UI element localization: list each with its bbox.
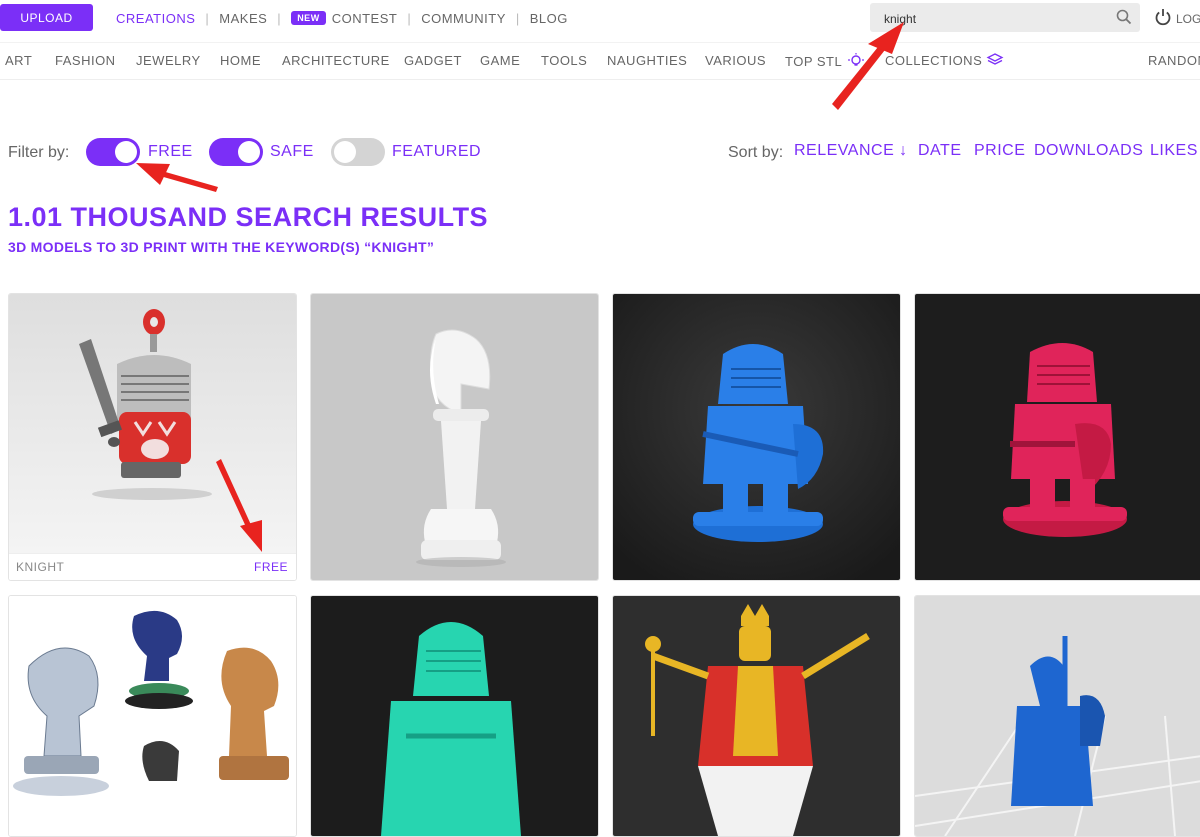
free-toggle-label: FREE: [148, 143, 193, 160]
model-thumbnail: [613, 596, 900, 836]
filter-label: Filter by:: [8, 144, 70, 161]
model-card[interactable]: [310, 293, 599, 581]
card-footer: KNIGHT FREE: [9, 553, 296, 580]
login-link[interactable]: LOG: [1150, 8, 1200, 29]
category-home[interactable]: HOME: [220, 53, 261, 68]
card-title[interactable]: KNIGHT: [16, 560, 64, 574]
model-card[interactable]: [310, 595, 599, 837]
model-thumbnail: [311, 294, 598, 580]
sort-likes[interactable]: LIKES: [1150, 142, 1198, 160]
model-card[interactable]: KNIGHT FREE: [8, 293, 297, 581]
top-stl-label: TOP STL: [785, 54, 842, 69]
toggle-knob: [238, 141, 260, 163]
model-thumbnail: [9, 294, 296, 554]
category-random[interactable]: RANDOM: [1148, 53, 1200, 68]
sort-price[interactable]: PRICE: [974, 142, 1025, 160]
results-title: 1.01 THOUSAND SEARCH RESULTS: [8, 202, 489, 232]
search-input[interactable]: [870, 3, 1116, 34]
model-card[interactable]: [914, 293, 1200, 581]
sort-date[interactable]: DATE: [918, 142, 961, 160]
sort-label: Sort by:: [728, 144, 784, 161]
model-card[interactable]: [612, 595, 901, 837]
nav-makes[interactable]: MAKES: [219, 11, 267, 26]
main-nav: CREATIONS | MAKES | NEW CONTEST | COMMUN…: [116, 0, 568, 36]
category-jewelry[interactable]: JEWELRY: [136, 53, 201, 68]
category-collections[interactable]: COLLECTIONS: [885, 53, 1004, 68]
featured-toggle-label: FEATURED: [392, 143, 482, 160]
nav-separator: |: [515, 10, 520, 26]
upload-button[interactable]: UPLOAD: [0, 4, 93, 31]
category-fashion[interactable]: FASHION: [55, 53, 116, 68]
category-gadget[interactable]: GADGET: [404, 53, 462, 68]
safe-toggle[interactable]: [209, 138, 263, 166]
model-thumbnail: [915, 294, 1200, 580]
model-thumbnail: [613, 294, 900, 580]
new-badge: NEW: [291, 11, 326, 25]
category-tools[interactable]: TOOLS: [541, 53, 587, 68]
sort-relevance[interactable]: RELEVANCE ↓: [794, 142, 908, 160]
results-subtitle: 3D MODELS TO 3D PRINT WITH THE KEYWORD(S…: [8, 239, 435, 255]
login-label: LOG: [1176, 11, 1200, 26]
filter-sort-row: Filter by: FREE SAFE FEATURED Sort by: R…: [8, 138, 1200, 168]
search-icon[interactable]: [1116, 9, 1132, 30]
card-price-badge: FREE: [253, 560, 288, 574]
category-various[interactable]: VARIOUS: [705, 53, 766, 68]
power-icon: [1155, 8, 1171, 29]
model-card[interactable]: [914, 595, 1200, 837]
toggle-knob: [334, 141, 356, 163]
free-toggle[interactable]: [86, 138, 140, 166]
safe-toggle-label: SAFE: [270, 143, 314, 160]
model-thumbnail: [9, 596, 296, 836]
nav-contest[interactable]: CONTEST: [332, 11, 398, 26]
featured-toggle[interactable]: [331, 138, 385, 166]
model-thumbnail: [915, 596, 1200, 836]
category-bar: ART FASHION JEWELRY HOME ARCHITECTURE GA…: [0, 42, 1200, 80]
nav-community[interactable]: COMMUNITY: [421, 11, 506, 26]
nav-separator: |: [205, 10, 210, 26]
category-naughties[interactable]: NAUGHTIES: [607, 53, 687, 68]
model-card[interactable]: [612, 293, 901, 581]
category-architecture[interactable]: ARCHITECTURE: [282, 53, 390, 68]
lightbulb-icon: [846, 53, 866, 69]
nav-blog[interactable]: BLOG: [530, 11, 568, 26]
toggle-knob: [115, 141, 137, 163]
search-box: [870, 3, 1140, 34]
layers-icon: [986, 53, 1004, 68]
collections-label: COLLECTIONS: [885, 53, 983, 68]
nav-creations[interactable]: CREATIONS: [116, 11, 195, 26]
top-bar: UPLOAD CREATIONS | MAKES | NEW CONTEST |…: [0, 0, 1200, 38]
category-top-stl[interactable]: TOP STL: [785, 53, 866, 69]
arrow-free-toggle-shaft: [160, 171, 218, 192]
category-game[interactable]: GAME: [480, 53, 520, 68]
category-art[interactable]: ART: [5, 53, 32, 68]
nav-separator: |: [277, 10, 282, 26]
nav-separator: |: [407, 10, 412, 26]
model-thumbnail: [311, 596, 598, 836]
sort-downloads[interactable]: DOWNLOADS: [1034, 142, 1143, 160]
model-card[interactable]: [8, 595, 297, 837]
